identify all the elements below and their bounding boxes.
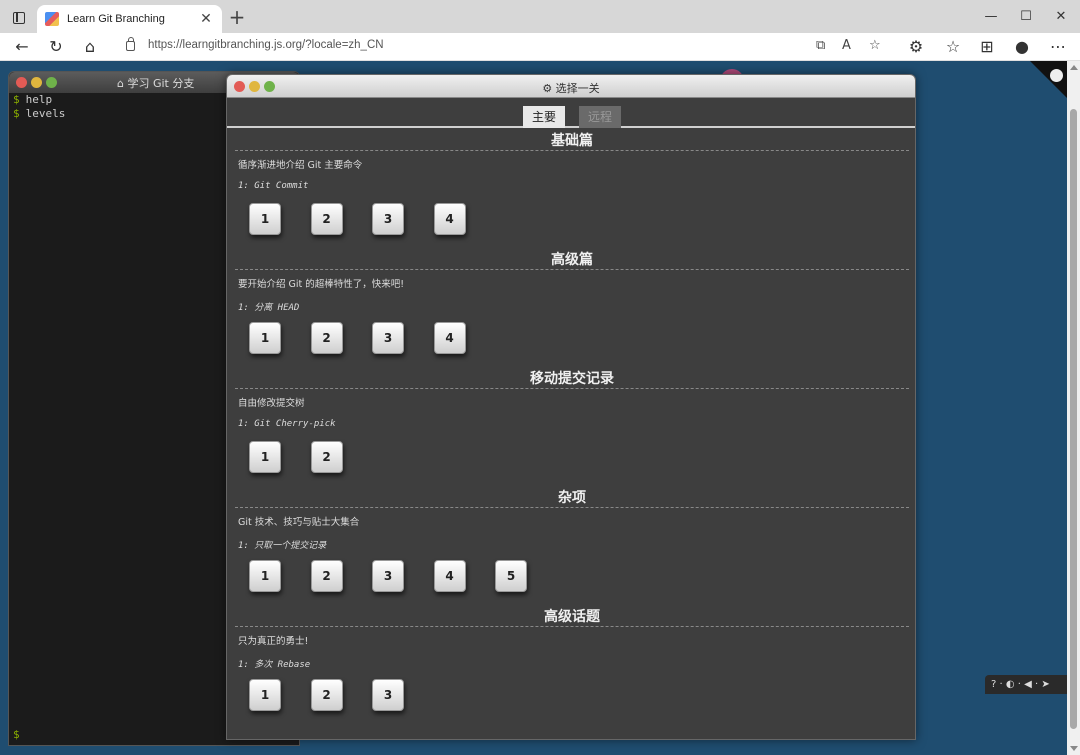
level-button[interactable]: 3 <box>372 679 404 711</box>
level-button[interactable]: 1 <box>249 560 281 592</box>
section-subtitle: 1: Git Commit <box>238 181 309 191</box>
level-select-modal: ⚙ 选择一关 主要 远程 基础篇 循序渐进地介绍 Git 主要命令 1: Git… <box>226 74 916 740</box>
address-bar[interactable]: https://learngitbranching.js.org/?locale… <box>112 35 902 59</box>
section-description: 自由修改提交树 <box>238 398 305 409</box>
level-button[interactable]: 5 <box>495 560 527 592</box>
maximize-dot-icon[interactable] <box>46 77 57 88</box>
section-move-commits: 移动提交记录 自由修改提交树 1: Git Cherry-pick 1 2 <box>235 369 909 488</box>
section-subtitle: 1: 分离 HEAD <box>238 303 300 313</box>
site-favicon-icon <box>45 12 59 26</box>
section-title: 移动提交记录 <box>235 369 909 389</box>
back-icon[interactable]: ← <box>10 36 34 58</box>
tab-title: Learn Git Branching <box>67 13 165 25</box>
browser-tab[interactable]: Learn Git Branching ✕ <box>37 5 222 33</box>
url-text[interactable]: https://learngitbranching.js.org/?locale… <box>148 39 384 51</box>
browser-tab-bar: Learn Git Branching ✕ + — ☐ ✕ <box>0 0 1080 33</box>
level-button[interactable]: 3 <box>372 203 404 235</box>
level-button[interactable]: 3 <box>372 322 404 354</box>
section-subtitle: 1: Git Cherry-pick <box>238 419 336 429</box>
terminal-title: ⌂ 学习 Git 分支 <box>117 77 195 90</box>
octocat-icon <box>1050 69 1063 82</box>
home-icon[interactable]: ⌂ <box>78 36 102 58</box>
level-button[interactable]: 1 <box>249 322 281 354</box>
more-menu-icon[interactable]: ⋯ <box>1046 36 1070 58</box>
level-button[interactable]: 4 <box>433 560 466 592</box>
modal-titlebar: ⚙ 选择一关 <box>227 75 915 98</box>
level-button[interactable]: 4 <box>433 203 466 235</box>
favorite-star-icon[interactable]: ☆ <box>869 38 881 53</box>
tab-actions-icon[interactable] <box>8 8 30 28</box>
minimize-button[interactable]: — <box>972 6 1010 28</box>
section-subtitle: 1: 只取一个提交记录 <box>238 541 327 551</box>
minimize-dot-icon[interactable] <box>31 77 42 88</box>
scroll-thumb[interactable] <box>1070 109 1077 729</box>
tab-remote[interactable]: 远程 <box>579 106 621 128</box>
tab-main[interactable]: 主要 <box>523 106 565 128</box>
github-corner-icon[interactable] <box>1030 61 1067 101</box>
lock-icon <box>126 37 135 51</box>
level-button[interactable]: 2 <box>310 679 343 711</box>
read-aloud-icon[interactable]: A <box>842 38 851 53</box>
page-viewport: ⌂ 学习 Git 分支 $ help $ levels $ ⚙ 选择一关 主要 远程… <box>0 61 1067 755</box>
maximize-button[interactable]: ☐ <box>1007 6 1045 28</box>
sequence-tabs: 主要 远程 <box>227 98 915 128</box>
section-title: 高级篇 <box>235 250 909 270</box>
section-title: 高级话题 <box>235 607 909 627</box>
level-button[interactable]: 2 <box>310 560 343 592</box>
modal-title: ⚙ 选择一关 <box>542 82 600 95</box>
level-button[interactable]: 2 <box>310 322 343 354</box>
level-button[interactable]: 1 <box>249 203 281 235</box>
scroll-down-icon[interactable] <box>1070 746 1078 751</box>
section-subtitle: 1: 多次 Rebase <box>238 660 311 670</box>
section-title: 杂项 <box>235 488 909 508</box>
section-description: Git 技术、技巧与贴士大集合 <box>238 517 360 528</box>
tab-close-icon[interactable]: ✕ <box>198 11 214 27</box>
section-title: 基础篇 <box>235 131 909 151</box>
section-basic: 基础篇 循序渐进地介绍 Git 主要命令 1: Git Commit 1 2 3… <box>235 131 909 250</box>
refresh-icon[interactable]: ↻ <box>44 36 68 58</box>
section-description: 只为真正的勇士! <box>238 636 309 647</box>
section-misc: 杂项 Git 技术、技巧与贴士大集合 1: 只取一个提交记录 1 2 3 4 5 <box>235 488 909 607</box>
level-sections: 基础篇 循序渐进地介绍 Git 主要命令 1: Git Commit 1 2 3… <box>235 131 909 726</box>
section-advanced-topics: 高级话题 只为真正的勇士! 1: 多次 Rebase 1 2 3 <box>235 607 909 726</box>
bottom-toolbar-widget[interactable]: ? · ◐ · ◀ · ➤ <box>985 675 1067 694</box>
section-advanced: 高级篇 要开始介绍 Git 的超棒特性了，快来吧! 1: 分离 HEAD 1 2… <box>235 250 909 369</box>
collections-icon[interactable]: ⊞ <box>975 36 999 58</box>
open-in-app-icon[interactable]: ⧉ <box>816 38 825 53</box>
section-description: 要开始介绍 Git 的超棒特性了，快来吧! <box>238 279 405 290</box>
level-button[interactable]: 1 <box>249 679 281 711</box>
close-dot-icon[interactable] <box>16 77 27 88</box>
terminal-prompt[interactable]: $ <box>13 728 20 741</box>
close-window-button[interactable]: ✕ <box>1042 6 1080 28</box>
level-button[interactable]: 2 <box>310 441 343 473</box>
profile-avatar-icon[interactable]: ● <box>1010 36 1034 58</box>
extensions-icon[interactable]: ⚙ <box>904 36 928 58</box>
level-button[interactable]: 1 <box>249 441 281 473</box>
browser-toolbar: ← ↻ ⌂ https://learngitbranching.js.org/?… <box>0 33 1080 61</box>
new-tab-button[interactable]: + <box>226 6 248 28</box>
scroll-up-icon[interactable] <box>1070 65 1078 70</box>
level-button[interactable]: 2 <box>310 203 343 235</box>
level-button[interactable]: 3 <box>372 560 404 592</box>
level-button[interactable]: 4 <box>433 322 466 354</box>
page-scrollbar[interactable] <box>1067 61 1080 755</box>
section-description: 循序渐进地介绍 Git 主要命令 <box>238 160 363 171</box>
favorites-icon[interactable]: ☆ <box>941 36 965 58</box>
